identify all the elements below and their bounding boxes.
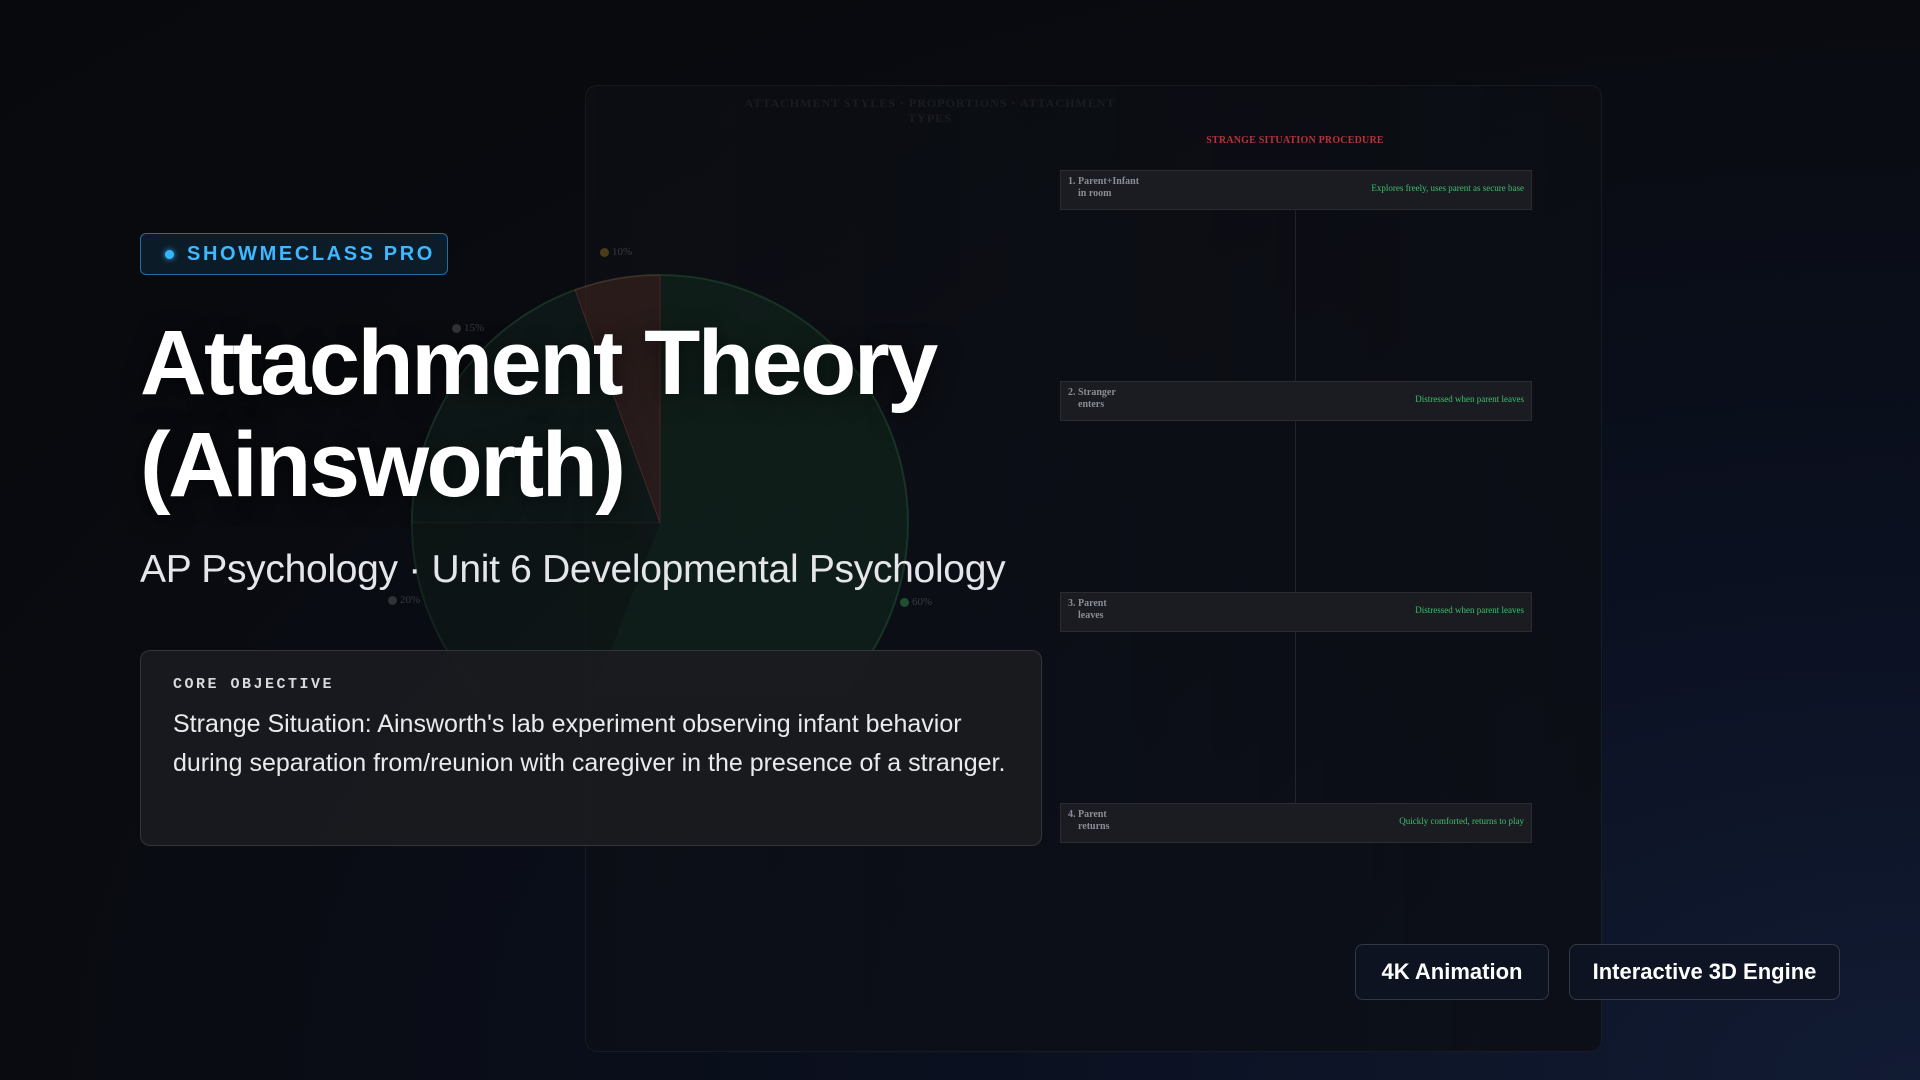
brand-badge-label: SHOWMECLASS PRO [187,242,435,265]
procedure-step-note: Quickly comforted, returns to play [1399,816,1524,826]
brand-badge: SHOWMECLASS PRO [140,233,448,275]
procedure-step-note: Explores freely, uses parent as secure b… [1371,183,1524,193]
feature-4k-animation-button[interactable]: 4K Animation [1355,944,1549,1000]
procedure-step-label: 4. Parent returns [1068,809,1110,832]
core-objective-text: Strange Situation: Ainsworth's lab exper… [173,710,1006,777]
procedure-step-label: 2. Stranger enters [1068,387,1116,410]
core-objective-label: CORE OBJECTIVE [173,676,335,693]
procedure-step-label: 3. Parent leaves [1068,598,1107,621]
procedure-title: STRANGE SITUATION PROCEDURE [1206,135,1384,146]
procedure-step: 4. Parent returns Quickly comforted, ret… [1060,803,1532,843]
pie-label-bottom-left: 20% [388,594,420,606]
procedure-step: 3. Parent leaves Distressed when parent … [1060,592,1532,632]
procedure-timeline [1295,210,1296,805]
pie-label-top: 10% [600,246,632,258]
page-subtitle: AP Psychology · Unit 6 Developmental Psy… [140,548,1006,591]
legend-dot-icon [900,597,909,607]
procedure-step: 1. Parent+Infant in room Explores freely… [1060,170,1532,210]
legend-dot-icon [600,247,609,257]
status-dot-icon [165,249,174,259]
procedure-step-note: Distressed when parent leaves [1415,394,1524,404]
legend-dot-icon [388,595,397,605]
feature-3d-engine-button[interactable]: Interactive 3D Engine [1569,944,1840,1000]
core-objective-card: CORE OBJECTIVE Strange Situation: Ainswo… [140,650,1042,846]
page-title-line-2: (Ainsworth) [140,414,626,516]
procedure-step-label: 1. Parent+Infant in room [1068,176,1140,199]
background-panel-heading: ATTACHMENT STYLES · PROPORTIONS · ATTACH… [744,96,1116,125]
procedure-step: 2. Stranger enters Distressed when paren… [1060,381,1532,421]
pie-label-right: 60% [900,596,932,608]
page-title: Attachment Theory (Ainsworth) [140,312,1040,516]
page-title-line-1: Attachment Theory [140,312,938,414]
procedure-step-note: Distressed when parent leaves [1415,605,1524,615]
